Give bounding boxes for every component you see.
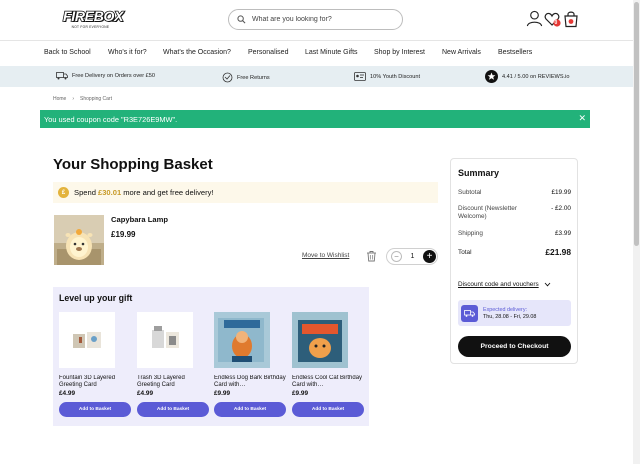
quantity-stepper: − 1 + — [386, 248, 438, 265]
chevron-right-icon: › — [72, 96, 75, 102]
scrollbar[interactable] — [633, 0, 640, 464]
benefit-free-returns: Free Returns — [222, 72, 270, 83]
upsell-price: £4.99 — [59, 390, 75, 397]
upsell-price: £9.99 — [292, 390, 308, 397]
upsell-name[interactable]: Fountain 3D Layered Greeting Card — [59, 375, 131, 389]
breadcrumb-home[interactable]: Home — [53, 96, 66, 102]
expected-delivery: Expected delivery: Thu, 28.08 - Fri, 29.… — [458, 300, 571, 326]
basket-icon[interactable] — [563, 10, 581, 28]
main-nav: Back to School Who's it for? What's the … — [0, 40, 633, 66]
nav-personalised[interactable]: Personalised — [248, 49, 288, 56]
coupon-message: You used coupon code "R3E726E9MW". — [44, 114, 178, 124]
coupon-banner: You used coupon code "R3E726E9MW". ✕ — [40, 110, 590, 128]
search-icon — [237, 15, 246, 24]
level-up-title: Level up your gift — [59, 293, 133, 303]
add-to-basket-button[interactable]: Add to Basket — [59, 402, 131, 417]
nav-occasion[interactable]: What's the Occasion? — [163, 49, 231, 56]
shipping-value: £3.99 — [555, 230, 571, 237]
page-title: Your Shopping Basket — [53, 156, 213, 173]
upsell-name[interactable]: Endless Dog Bark Birthday Card with… — [214, 375, 286, 389]
nav-bestsellers[interactable]: Bestsellers — [498, 49, 532, 56]
firebox-logo[interactable]: FIREBOX NOT FOR EVERYONE — [62, 8, 124, 30]
basket-item-name[interactable]: Capybara Lamp — [111, 215, 168, 224]
level-up-section: Level up your gift Fountain 3D Layered G… — [53, 287, 369, 426]
add-to-basket-button[interactable]: Add to Basket — [292, 402, 364, 417]
upsell-price: £9.99 — [214, 390, 230, 397]
breadcrumb: Home › Shopping Cart — [53, 96, 112, 102]
scrollbar-thumb[interactable] — [634, 2, 639, 246]
proceed-to-checkout-button[interactable]: Proceed to Checkout — [458, 336, 571, 357]
wishlist-count: 0 — [554, 20, 558, 26]
nav-whos-it-for[interactable]: Who's it for? — [108, 49, 147, 56]
shipping-row: Shipping £3.99 — [458, 230, 571, 237]
nav-back-to-school[interactable]: Back to School — [44, 49, 91, 56]
logo-tagline: NOT FOR EVERYONE — [71, 25, 110, 29]
expected-delivery-label: Expected delivery: — [483, 306, 528, 313]
trash-card-image[interactable] — [137, 312, 193, 368]
close-icon[interactable]: ✕ — [578, 113, 586, 124]
upsell-price: £4.99 — [137, 390, 153, 397]
summary-title: Summary — [458, 168, 500, 178]
benefit-reviews[interactable]: 4.41 / 5.00 on REVIEWS.io — [485, 70, 569, 83]
nav-shop-by-interest[interactable]: Shop by Interest — [374, 49, 425, 56]
benefit-free-delivery: Free Delivery on Orders over £50 — [56, 72, 155, 80]
trash-icon[interactable] — [366, 250, 379, 263]
delivery-truck-icon — [56, 72, 72, 80]
add-to-basket-button[interactable]: Add to Basket — [214, 402, 286, 417]
nav-new-arrivals[interactable]: New Arrivals — [442, 49, 481, 56]
subtotal-row: Subtotal £19.99 — [458, 189, 571, 196]
capybara-lamp-image[interactable] — [54, 215, 104, 265]
upsell-card: Fountain 3D Layered Greeting Card £4.99 … — [59, 312, 131, 417]
search-bar[interactable] — [228, 9, 403, 30]
upsell-card: Endless Dog Bark Birthday Card with… £9.… — [214, 312, 286, 417]
increase-quantity-button[interactable]: + — [423, 250, 436, 263]
order-summary: Summary Subtotal £19.99 Discount (Newsle… — [450, 158, 578, 364]
benefits-bar: Free Delivery on Orders over £50 Free Re… — [0, 66, 633, 87]
discount-value: - £2.00 — [551, 205, 571, 212]
dog-bark-card-image[interactable] — [214, 312, 270, 368]
id-card-icon — [354, 72, 370, 81]
breadcrumb-current: Shopping Cart — [80, 96, 112, 102]
delivery-truck-icon — [461, 304, 478, 322]
total-row: Total £21.98 — [458, 247, 571, 257]
add-to-basket-button[interactable]: Add to Basket — [137, 402, 209, 417]
discount-row: Discount (Newsletter Welcome) - £2.00 — [458, 205, 571, 220]
upsell-card: Endless Cool Cat Birthday Card with… £9.… — [292, 312, 364, 417]
subtotal-value: £19.99 — [551, 189, 571, 196]
cool-cat-card-image[interactable] — [292, 312, 348, 368]
free-delivery-amount: £30.01 — [97, 188, 122, 197]
upsell-name[interactable]: Trash 3D Layered Greeting Card — [137, 375, 209, 389]
wishlist-heart-icon[interactable]: 0 — [544, 10, 562, 28]
search-input[interactable] — [252, 16, 392, 23]
expected-delivery-dates: Thu, 28.08 - Fri, 29.08 — [483, 313, 537, 320]
upsell-name[interactable]: Endless Cool Cat Birthday Card with… — [292, 375, 364, 389]
returns-icon — [222, 72, 237, 83]
free-delivery-banner: £ Spend £30.01 more and get free deliver… — [53, 182, 438, 203]
nav-last-minute-gifts[interactable]: Last Minute Gifts — [305, 49, 358, 56]
discount-code-toggle[interactable]: Discount code and vouchers — [458, 281, 551, 288]
benefit-youth-discount: 10% Youth Discount — [354, 72, 420, 81]
fountain-card-image[interactable] — [59, 312, 115, 368]
quantity-value[interactable]: 1 — [411, 253, 415, 260]
account-icon[interactable] — [526, 10, 544, 28]
logo-text: FIREBOX — [62, 8, 124, 25]
star-badge-icon — [485, 70, 502, 83]
coin-icon: £ — [58, 187, 69, 198]
decrease-quantity-button[interactable]: − — [391, 251, 402, 262]
chevron-down-icon — [544, 282, 551, 287]
move-to-wishlist-link[interactable]: Move to Wishlist — [302, 252, 349, 259]
total-value: £21.98 — [545, 247, 571, 257]
upsell-card: Trash 3D Layered Greeting Card £4.99 Add… — [137, 312, 209, 417]
basket-item-price: £19.99 — [111, 230, 136, 239]
